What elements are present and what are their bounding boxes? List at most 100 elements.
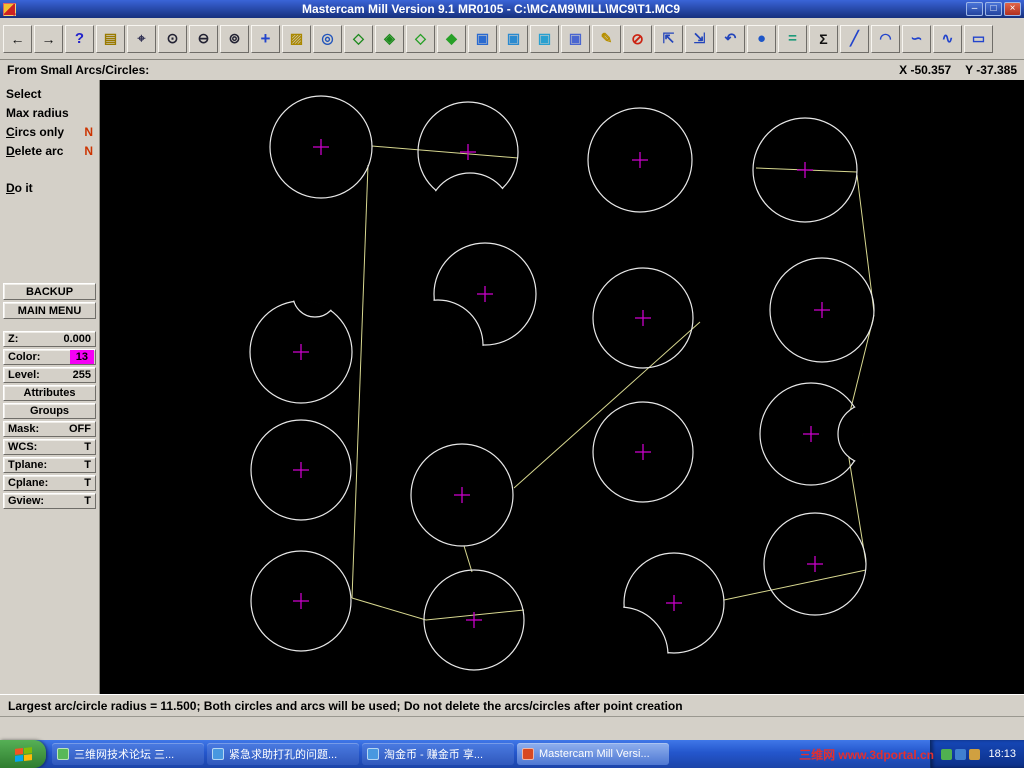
window-title: Mastercam Mill Version 9.1 MR0105 - C:\M… [301,2,681,16]
status-row-attributes[interactable]: Attributes [3,385,96,401]
status-row-label: Gview: [8,495,45,507]
menu-item-label: Max radius [6,105,69,120]
shade-hidden-icon[interactable]: ▣ [499,24,528,53]
gview-top-icon[interactable]: ◇ [344,24,373,53]
undo-icon[interactable]: ↶ [716,24,745,53]
taskbar-button-label: 紧急求助打孔的问题... [229,749,338,761]
status-row-label: Cplane: [8,477,49,489]
cad-drawing[interactable] [100,80,1024,694]
status-message: Largest arc/circle radius = 11.500; Both… [8,698,683,713]
status-row-value: 255 [72,369,91,381]
prompt-text: From Small Arcs/Circles: [7,63,150,77]
status-row-z[interactable]: Z: 0.000 [3,331,96,347]
status-row-level[interactable]: Level: 255 [3,367,96,383]
status-row-cplane[interactable]: Cplane: T [3,475,96,491]
taskbar-button-label: 淘金币 - 赚金币 享... [384,749,483,761]
taskbar-buttons: 三维网技术论坛 三... 紧急求助打孔的问题... 淘金币 - 赚金币 享... Ma… [52,740,930,768]
mastercam-window: Mastercam Mill Version 9.1 MR0105 - C:\M… [0,0,1024,740]
status-row-label: Groups [29,405,70,417]
tilde-curve-icon[interactable]: ∽ [902,24,931,53]
sigma-icon[interactable]: Σ [809,24,838,53]
shade-wireframe-icon[interactable]: ▣ [468,24,497,53]
taskbar-button-label: 三维网技术论坛 三... [74,749,175,761]
zoom-extents-icon[interactable]: ◎ [313,24,342,53]
tray-icon-2[interactable] [955,748,967,760]
status-row-value: T [84,441,91,453]
windows-logo-icon [14,746,32,762]
sidebar-buttons: BACKUP MAIN MENU [2,283,97,319]
start-button[interactable] [0,740,46,768]
screen-out-icon[interactable]: ⇱ [654,24,683,53]
backup-button[interactable]: BACKUP [3,283,96,300]
arc-icon[interactable]: ◠ [871,24,900,53]
menu-item-do-it[interactable]: Do it [2,178,97,197]
spline-icon[interactable]: ∿ [933,24,962,53]
status-row-label: Mask: [8,423,40,435]
status-row-groups[interactable]: Groups [3,403,96,419]
line-icon[interactable]: ╱ [840,24,869,53]
prompt-bar: From Small Arcs/Circles: X -50.357 Y -37… [0,60,1024,80]
title-bar: Mastercam Mill Version 9.1 MR0105 - C:\M… [0,0,1024,18]
clock: 18:13 [988,748,1016,760]
notepad-icon[interactable]: ▤ [96,24,125,53]
main-menu-button[interactable]: MAIN MENU [3,302,96,319]
menu-item-delete-arc[interactable]: Delete arc N [2,141,97,160]
window-bottom-strip [0,716,1024,740]
status-row-wcs[interactable]: WCS: T [3,439,96,455]
shade-settings-icon[interactable]: ▣ [561,24,590,53]
menu-item-label: Delete arc [6,143,64,158]
toolbar: ← →? ▤ ⌖ ⊙ ⊖ ⊚ + ▨ ◎ ◇ ◈ ◇ ◆ ▣ ▣ ▣ ▣ ✎ ⊘ ⇱ ⇲ ↶ ● = Σ ╱ ◠ ∽ ∿ ▭ [0,18,1024,60]
gview-front-icon[interactable]: ◈ [375,24,404,53]
rectangle-icon[interactable]: ▭ [964,24,993,53]
zoom-out-icon[interactable]: ⊖ [189,24,218,53]
coordinate-x: X -50.357 [899,63,952,77]
status-row-label: Tplane: [8,459,48,471]
analyze-cursor-icon[interactable]: ⌖ [127,24,156,53]
taskbar-button-icon [212,748,224,760]
status-row-gview[interactable]: Gview: T [3,493,96,509]
pencil-erase-icon[interactable]: ✎ [592,24,621,53]
world-sphere-icon[interactable]: ● [747,24,776,53]
status-row-color[interactable]: Color: 13 [3,349,96,365]
equals-icon[interactable]: = [778,24,807,53]
tray-icon-1[interactable] [941,748,953,760]
taskbar-button-task-3[interactable]: 淘金币 - 赚金币 享... [362,743,514,765]
menu-item-label: Circs only [6,124,65,139]
repaint-icon[interactable]: ▨ [282,24,311,53]
delete-icon[interactable]: ⊘ [623,24,652,53]
cad-canvas[interactable] [100,80,1024,694]
status-row-mask[interactable]: Mask: OFF [3,421,96,437]
tray-icon-3[interactable] [969,748,981,760]
window-controls: – □ × [966,2,1021,16]
main-area: Select Max radius Circs only N Delete arc N Do… [0,80,1024,694]
gview-side-icon[interactable]: ◇ [406,24,435,53]
minimize-button[interactable]: – [966,2,983,16]
status-row-value: OFF [69,423,91,435]
status-row-label: WCS: [8,441,38,453]
help-icon[interactable]: ? [65,24,94,53]
status-row-value: T [84,495,91,507]
pan-fit-icon[interactable]: + [251,24,280,53]
menu-item-circs-only[interactable]: Circs only N [2,122,97,141]
taskbar-button-mastercam-mill-versi[interactable]: Mastercam Mill Versi... [517,743,669,765]
maximize-button[interactable]: □ [985,2,1002,16]
status-row-value: T [84,477,91,489]
close-button[interactable]: × [1004,2,1021,16]
status-row-tplane[interactable]: Tplane: T [3,457,96,473]
shade-solid-icon[interactable]: ▣ [530,24,559,53]
back-icon[interactable]: ← [3,24,32,53]
zoom-window-icon[interactable]: ⊙ [158,24,187,53]
taskbar-button-task-1[interactable]: 三维网技术论坛 三... [52,743,204,765]
taskbar-button-label: Mastercam Mill Versi... [539,748,650,760]
menu-item-max-radius[interactable]: Max radius [2,103,97,122]
taskbar-button-icon [367,748,379,760]
forward-icon[interactable]: → [34,24,63,53]
gview-isometric-icon[interactable]: ◆ [437,24,466,53]
system-tray: 18:13 [930,740,1024,768]
menu-item-select[interactable]: Select [2,84,97,103]
zoom-target-icon[interactable]: ⊚ [220,24,249,53]
status-row-label: Z: [8,333,19,345]
screen-in-icon[interactable]: ⇲ [685,24,714,53]
taskbar-button-task-2[interactable]: 紧急求助打孔的问题... [207,743,359,765]
taskbar: 三维网技术论坛 三... 紧急求助打孔的问题... 淘金币 - 赚金币 享... Ma… [0,740,1024,768]
